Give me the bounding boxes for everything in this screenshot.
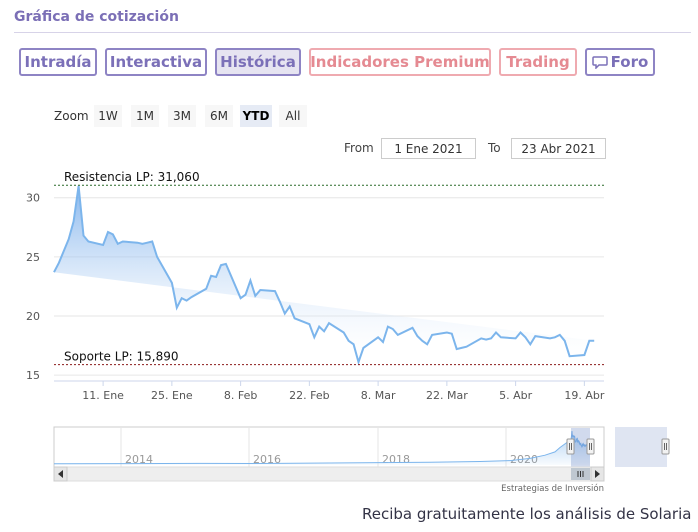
- y-tick-label: 15: [26, 369, 40, 382]
- x-tick-label: 11. Ene: [82, 389, 124, 402]
- price-area: [54, 185, 595, 363]
- navigator-handle-left[interactable]: [566, 438, 575, 455]
- price-chart: Resistencia LP: 31,060 Soporte LP: 15,890…: [26, 170, 670, 494]
- x-tick-label: 25. Ene: [151, 389, 193, 402]
- navigator-handle-right[interactable]: [586, 438, 595, 455]
- support-label: Soporte LP: 15,890: [64, 350, 179, 364]
- y-tick-label: 20: [26, 310, 40, 323]
- resistance-label: Resistencia LP: 31,060: [64, 170, 200, 184]
- y-tick-label: 30: [26, 192, 40, 205]
- navigator-handle-outside[interactable]: [661, 438, 670, 455]
- x-tick-label: 22. Feb: [289, 389, 329, 402]
- chart-credit: Estrategias de Inversión: [501, 483, 604, 494]
- x-tick-label: 8. Mar: [361, 389, 396, 402]
- x-tick-label: 19. Abr: [564, 389, 604, 402]
- scrollbar-track[interactable]: [53, 466, 605, 482]
- navigator-outside-region: [615, 427, 667, 467]
- x-tick-label: 8. Feb: [224, 389, 257, 402]
- x-tick-label: 22. Mar: [426, 389, 468, 402]
- x-tick-label: 5. Abr: [499, 389, 532, 402]
- y-tick-label: 25: [26, 251, 40, 264]
- promo-text: Reciba gratuitamente los análisis de Sol…: [362, 505, 692, 523]
